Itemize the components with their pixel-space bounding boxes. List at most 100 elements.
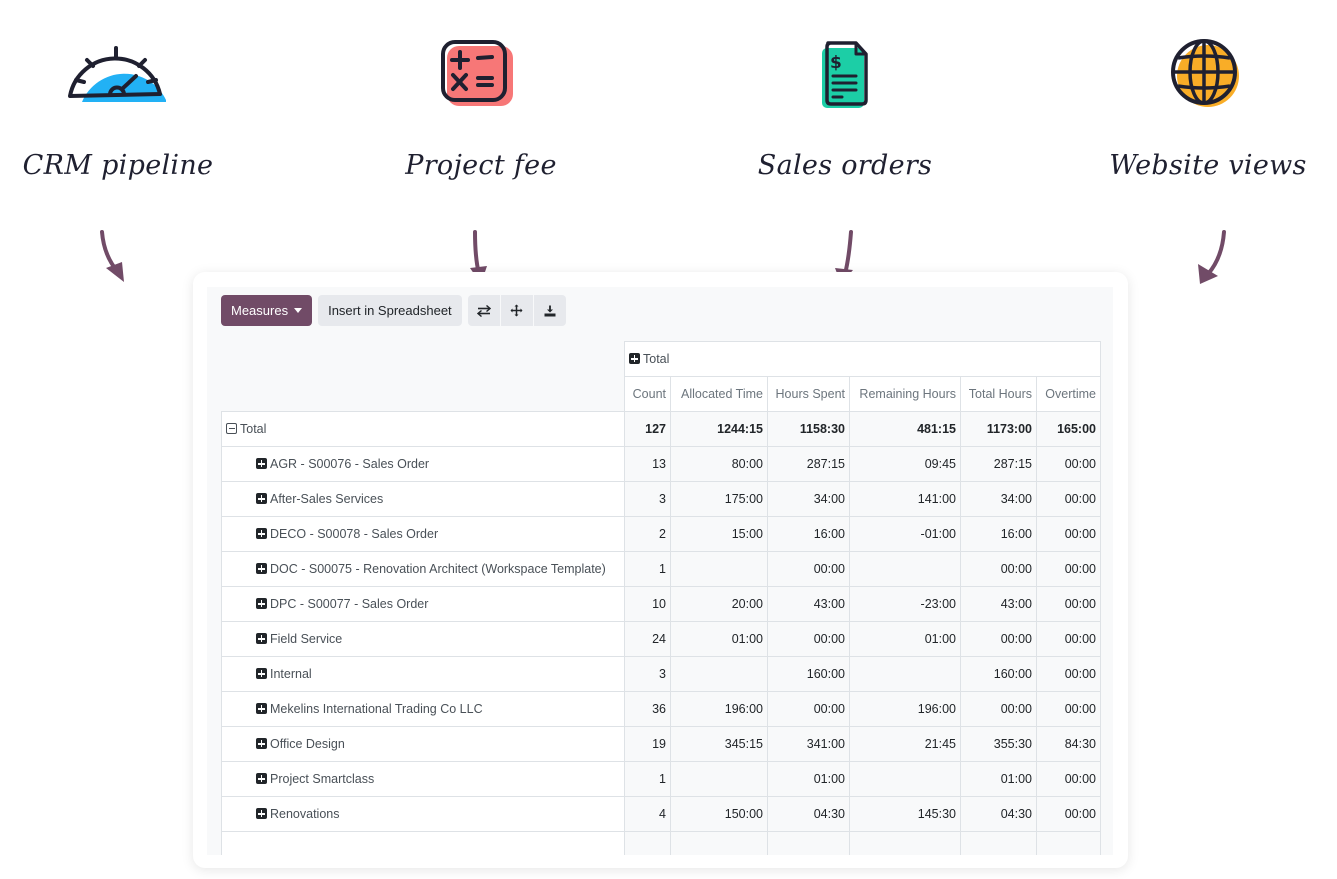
cell-count[interactable]: 10 [624, 586, 671, 622]
row-header[interactable]: AGR - S00076 - Sales Order [221, 446, 625, 482]
cell-allocated-time[interactable]: 01:00 [670, 621, 768, 657]
cell-total-hours[interactable]: 16:00 [960, 516, 1037, 552]
row-header[interactable]: DPC - S00077 - Sales Order [221, 586, 625, 622]
cell-hours-spent[interactable]: 01:00 [767, 761, 850, 797]
cell-overtime[interactable]: 00:00 [1036, 481, 1101, 517]
cell-allocated-time[interactable] [670, 761, 768, 797]
cell-total-hours[interactable]: 01:00 [960, 761, 1037, 797]
cell-overtime[interactable]: 00:00 [1036, 551, 1101, 587]
cell-total-hours[interactable]: 00:00 [960, 551, 1037, 587]
cell-hours-spent[interactable]: 1158:30 [767, 411, 850, 447]
row-header[interactable]: Internal [221, 656, 625, 692]
cell-hours-spent[interactable]: 160:00 [767, 656, 850, 692]
cell-allocated-time[interactable]: 1244:15 [670, 411, 768, 447]
cell-remaining-hours[interactable] [849, 656, 961, 692]
cell-allocated-time[interactable]: 175:00 [670, 481, 768, 517]
cell-remaining-hours[interactable]: -01:00 [849, 516, 961, 552]
cell-count[interactable]: 3 [624, 656, 671, 692]
cell-allocated-time[interactable] [670, 551, 768, 587]
cell-remaining-hours[interactable]: 09:45 [849, 446, 961, 482]
cell-total-hours[interactable]: 160:00 [960, 656, 1037, 692]
col-header-total[interactable]: Total [624, 341, 1101, 377]
cell-count[interactable]: 24 [624, 621, 671, 657]
cell-hours-spent[interactable]: 341:00 [767, 726, 850, 762]
expand-all-button[interactable] [500, 295, 533, 326]
cell-total-hours[interactable]: 04:30 [960, 796, 1037, 832]
cell-remaining-hours[interactable]: 196:00 [849, 691, 961, 727]
measure-header-overtime[interactable]: Overtime [1036, 376, 1101, 412]
row-header[interactable]: Mekelins International Trading Co LLC [221, 691, 625, 727]
measure-header-hours-spent[interactable]: Hours Spent [767, 376, 850, 412]
pivot-toolbar: Measures Insert in Spreadsheet [221, 295, 566, 326]
cell-overtime[interactable]: 00:00 [1036, 446, 1101, 482]
row-header[interactable]: Field Service [221, 621, 625, 657]
cell-hours-spent[interactable]: 04:30 [767, 796, 850, 832]
row-header[interactable]: After-Sales Services [221, 481, 625, 517]
measure-header-count[interactable]: Count [624, 376, 671, 412]
cell-count[interactable]: 36 [624, 691, 671, 727]
measure-header-remaining-hours[interactable]: Remaining Hours [849, 376, 961, 412]
cell-allocated-time[interactable] [670, 656, 768, 692]
measures-button[interactable]: Measures [221, 295, 313, 326]
cell-overtime[interactable]: 00:00 [1036, 761, 1101, 797]
cell-count[interactable]: 13 [624, 446, 671, 482]
cell-remaining-hours[interactable] [849, 761, 961, 797]
cell-overtime[interactable]: 00:00 [1036, 586, 1101, 622]
cell-count[interactable]: 1 [624, 761, 671, 797]
cell-hours-spent[interactable]: 43:00 [767, 586, 850, 622]
cell-count[interactable]: 4 [624, 796, 671, 832]
cell-allocated-time[interactable]: 196:00 [670, 691, 768, 727]
cell-hours-spent[interactable]: 00:00 [767, 551, 850, 587]
cell-overtime[interactable]: 00:00 [1036, 516, 1101, 552]
row-header[interactable]: DOC - S00075 - Renovation Architect (Wor… [221, 551, 625, 587]
row-header[interactable]: Project Smartclass [221, 761, 625, 797]
cell-overtime[interactable]: 00:00 [1036, 796, 1101, 832]
cell-count[interactable]: 1 [624, 551, 671, 587]
expand-plus-icon [256, 703, 267, 714]
cell-overtime[interactable]: 165:00 [1036, 411, 1101, 447]
cell-total-hours[interactable]: 355:30 [960, 726, 1037, 762]
cell-overtime[interactable]: 84:30 [1036, 726, 1101, 762]
cell-allocated-time[interactable]: 20:00 [670, 586, 768, 622]
arrow-down-icon [1198, 230, 1226, 284]
measure-header-total-hours[interactable]: Total Hours [960, 376, 1037, 412]
cell-remaining-hours[interactable]: 145:30 [849, 796, 961, 832]
download-button[interactable] [533, 295, 566, 326]
cell-total-hours[interactable]: 43:00 [960, 586, 1037, 622]
row-header[interactable]: Office Design [221, 726, 625, 762]
cell-count[interactable]: 127 [624, 411, 671, 447]
cell-remaining-hours[interactable] [849, 551, 961, 587]
cell-hours-spent[interactable]: 00:00 [767, 621, 850, 657]
cell-remaining-hours[interactable]: 21:45 [849, 726, 961, 762]
cell-total-hours[interactable]: 34:00 [960, 481, 1037, 517]
download-icon [544, 305, 556, 316]
cell-overtime[interactable]: 00:00 [1036, 621, 1101, 657]
cell-total-hours[interactable]: 1173:00 [960, 411, 1037, 447]
flip-axis-button[interactable] [467, 295, 500, 326]
cell-remaining-hours[interactable]: -23:00 [849, 586, 961, 622]
measure-header-allocated-time[interactable]: Allocated Time [670, 376, 768, 412]
cell-allocated-time[interactable]: 15:00 [670, 516, 768, 552]
cell-overtime[interactable]: 00:00 [1036, 656, 1101, 692]
row-header[interactable]: DECO - S00078 - Sales Order [221, 516, 625, 552]
row-header-total[interactable]: Total [221, 411, 625, 447]
cell-hours-spent[interactable]: 34:00 [767, 481, 850, 517]
cell-remaining-hours[interactable]: 481:15 [849, 411, 961, 447]
cell-total-hours[interactable]: 00:00 [960, 621, 1037, 657]
cell-total-hours[interactable]: 287:15 [960, 446, 1037, 482]
cell-count[interactable]: 2 [624, 516, 671, 552]
cell-remaining-hours[interactable]: 141:00 [849, 481, 961, 517]
cell-allocated-time[interactable]: 345:15 [670, 726, 768, 762]
cell-total-hours[interactable]: 00:00 [960, 691, 1037, 727]
cell-hours-spent[interactable]: 16:00 [767, 516, 850, 552]
cell-count[interactable]: 3 [624, 481, 671, 517]
cell-remaining-hours[interactable]: 01:00 [849, 621, 961, 657]
cell-count[interactable]: 19 [624, 726, 671, 762]
cell-hours-spent[interactable]: 287:15 [767, 446, 850, 482]
cell-overtime[interactable]: 00:00 [1036, 691, 1101, 727]
insert-in-spreadsheet-button[interactable]: Insert in Spreadsheet [318, 295, 462, 326]
cell-allocated-time[interactable]: 80:00 [670, 446, 768, 482]
cell-hours-spent[interactable]: 00:00 [767, 691, 850, 727]
row-header[interactable]: Renovations [221, 796, 625, 832]
cell-allocated-time[interactable]: 150:00 [670, 796, 768, 832]
